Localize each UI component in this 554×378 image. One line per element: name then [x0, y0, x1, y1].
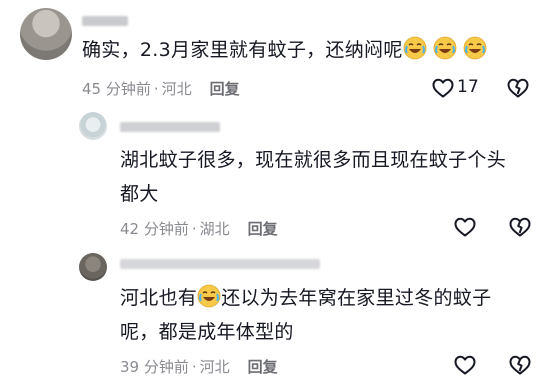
dislike-icon[interactable]: [506, 76, 530, 100]
heart-icon[interactable]: [431, 76, 455, 100]
heart-icon[interactable]: [453, 215, 477, 239]
crying-laughing-emoji-icon: [463, 36, 487, 60]
avatar[interactable]: [79, 112, 107, 140]
username-blurred[interactable]: [82, 16, 128, 26]
crying-laughing-emoji-icon: [403, 36, 427, 60]
reply-meta: 42 分钟前 · 湖北 回复: [120, 218, 278, 239]
reply-text-line: 都大: [120, 183, 159, 205]
reply-text-line: 湖北蚊子很多，现在就很多而且现在蚊子个头: [120, 149, 507, 171]
reply-button[interactable]: 回复: [210, 78, 240, 99]
reply-text: 河北也有: [120, 287, 198, 309]
separator: ·: [191, 357, 197, 376]
location: 湖北: [199, 220, 230, 238]
crying-laughing-emoji-icon: [433, 36, 457, 60]
reply-content: 河北也有 还以为去年窝在家里过冬的蚊子 呢，都是成年体型的: [120, 281, 540, 349]
separator: ·: [191, 219, 197, 238]
location: 河北: [161, 80, 192, 98]
avatar[interactable]: [20, 8, 72, 60]
timestamp: 42 分钟前: [120, 220, 189, 238]
heart-icon[interactable]: [453, 353, 477, 377]
crying-laughing-emoji-icon: [197, 284, 221, 308]
dislike-icon[interactable]: [508, 215, 532, 239]
reply-content: 湖北蚊子很多，现在就很多而且现在蚊子个头 都大: [120, 143, 540, 211]
reply-text-line: 呢，都是成年体型的: [120, 321, 294, 343]
dislike-icon[interactable]: [508, 353, 532, 377]
like-count: 17: [457, 77, 479, 97]
username-blurred[interactable]: [120, 122, 220, 132]
reply-text-line: 河北也有 还以为去年窝在家里过冬的蚊子: [120, 281, 540, 315]
reply-button[interactable]: 回复: [248, 218, 278, 239]
separator: ·: [153, 79, 159, 98]
comment-content: 确实，2.3月家里就有蚊子，还纳闷呢: [82, 33, 487, 67]
comment-meta: 45 分钟前 · 河北 回复: [82, 78, 240, 99]
timestamp: 45 分钟前: [82, 80, 151, 98]
timestamp: 39 分钟前: [120, 358, 189, 376]
reply-meta: 39 分钟前 · 河北 回复: [120, 356, 278, 377]
reply-button[interactable]: 回复: [248, 356, 278, 377]
location: 河北: [199, 358, 230, 376]
avatar[interactable]: [79, 253, 107, 281]
reply-text: 还以为去年窝在家里过冬的蚊子: [221, 287, 492, 309]
comment-text: 确实，2.3月家里就有蚊子，还纳闷呢: [82, 39, 403, 61]
username-blurred[interactable]: [120, 259, 320, 269]
